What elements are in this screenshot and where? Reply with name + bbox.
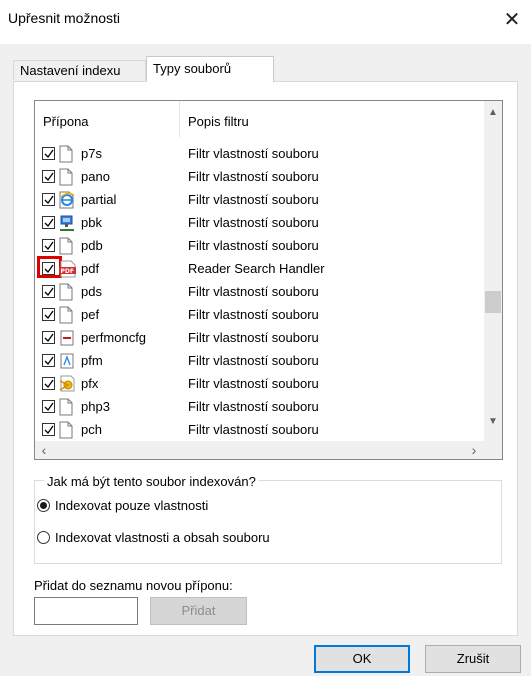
row-checkbox[interactable] — [42, 193, 55, 206]
list-item[interactable]: perfmoncfg Filtr vlastností souboru — [35, 328, 484, 351]
radio-index-properties-and-content-label[interactable]: Indexovat vlastnosti a obsah souboru — [55, 530, 270, 545]
row-checkbox[interactable] — [42, 308, 55, 321]
row-description: Reader Search Handler — [188, 261, 325, 276]
row-extension: p7s — [81, 146, 102, 161]
row-extension: pef — [81, 307, 100, 322]
indexing-options-label: Jak má být tento soubor indexován? — [44, 474, 259, 489]
internet-explorer-icon — [59, 191, 75, 209]
indexing-options-group — [34, 480, 502, 564]
blank-file-icon — [59, 168, 75, 186]
list-item[interactable]: pdb Filtr vlastností souboru — [35, 236, 484, 259]
pdf-icon: PDF — [59, 260, 76, 278]
certificate-icon — [59, 375, 75, 393]
row-description: Filtr vlastností souboru — [188, 307, 319, 322]
row-description: Filtr vlastností souboru — [188, 376, 319, 391]
row-extension: pano — [81, 169, 110, 184]
row-checkbox[interactable] — [42, 147, 55, 160]
cancel-button[interactable]: Zrušit — [425, 645, 521, 673]
vertical-scrollbar[interactable]: ▲ ▼ — [484, 101, 502, 441]
new-extension-input[interactable] — [34, 597, 138, 625]
list-item[interactable]: php3 Filtr vlastností souboru — [35, 397, 484, 420]
radio-selected-dot — [40, 502, 47, 509]
row-checkbox[interactable] — [42, 170, 55, 183]
row-extension: partial — [81, 192, 117, 207]
row-extension: pbk — [81, 215, 102, 230]
list-item[interactable]: partial Filtr vlastností souboru — [35, 190, 484, 213]
ok-button[interactable]: OK — [314, 645, 410, 673]
row-description: Filtr vlastností souboru — [188, 192, 319, 207]
scroll-right-icon[interactable]: › — [467, 442, 481, 458]
column-header-description[interactable]: Popis filtru — [180, 101, 480, 137]
row-description: Filtr vlastností souboru — [188, 146, 319, 161]
tab-file-types[interactable]: Typy souborů — [146, 56, 274, 82]
row-checkbox[interactable] — [42, 400, 55, 413]
scrollbar-corner — [484, 441, 502, 459]
blank-file-icon — [59, 306, 75, 324]
blank-file-icon — [59, 145, 75, 163]
row-checkbox[interactable] — [42, 285, 55, 298]
row-checkbox[interactable] — [42, 216, 55, 229]
row-extension: pdf — [81, 261, 100, 276]
column-header-description-label: Popis filtru — [188, 114, 249, 129]
row-checkbox[interactable] — [42, 262, 55, 275]
blank-file-icon — [59, 398, 75, 416]
row-extension: pds — [81, 284, 102, 299]
svg-text:PDF: PDF — [61, 268, 74, 275]
list-item[interactable]: p7s Filtr vlastností souboru — [35, 144, 484, 167]
row-extension: pfm — [81, 353, 103, 368]
row-checkbox[interactable] — [42, 354, 55, 367]
row-checkbox[interactable] — [42, 239, 55, 252]
close-icon[interactable]: ✕ — [498, 6, 526, 34]
row-description: Filtr vlastností souboru — [188, 353, 319, 368]
row-extension: pch — [81, 422, 102, 437]
row-description: Filtr vlastností souboru — [188, 284, 319, 299]
window-title: Upřesnit možnosti — [8, 10, 121, 26]
column-header-extension[interactable]: Přípona — [35, 101, 180, 137]
list-item[interactable]: pch Filtr vlastností souboru — [35, 420, 484, 443]
tab-index-settings[interactable]: Nastavení indexu — [13, 60, 146, 80]
row-description: Filtr vlastností souboru — [188, 238, 319, 253]
list-item[interactable]: pfx Filtr vlastností souboru — [35, 374, 484, 397]
row-description: Filtr vlastností souboru — [188, 169, 319, 184]
vertical-scroll-thumb[interactable] — [485, 291, 501, 313]
row-extension: perfmoncfg — [81, 330, 147, 345]
blank-file-icon — [59, 237, 75, 255]
row-checkbox[interactable] — [42, 423, 55, 436]
row-description: Filtr vlastností souboru — [188, 215, 319, 230]
row-description: Filtr vlastností souboru — [188, 399, 319, 414]
row-checkbox[interactable] — [42, 377, 55, 390]
row-extension: pdb — [81, 238, 103, 253]
blank-file-icon — [59, 421, 75, 439]
row-description: Filtr vlastností souboru — [188, 330, 319, 345]
list-item[interactable]: pfm Filtr vlastností souboru — [35, 351, 484, 374]
scroll-left-icon[interactable]: ‹ — [37, 442, 51, 458]
list-item[interactable]: pbk Filtr vlastností souboru — [35, 213, 484, 236]
scroll-up-icon[interactable]: ▲ — [484, 107, 502, 121]
font-file-icon — [59, 352, 75, 370]
network-phonebook-icon — [59, 214, 75, 232]
list-item[interactable]: pef Filtr vlastností souboru — [35, 305, 484, 328]
row-extension: pfx — [81, 376, 99, 391]
list-item[interactable]: PDF pdf Reader Search Handler — [35, 256, 484, 282]
perfmon-icon — [59, 329, 75, 347]
new-extension-label: Přidat do seznamu novou příponu: — [34, 578, 233, 593]
radio-index-properties-only[interactable] — [37, 499, 50, 512]
radio-index-properties-and-content[interactable] — [37, 531, 50, 544]
file-types-list[interactable]: Přípona Popis filtru p7s Filtr vlastností… — [34, 100, 503, 460]
scroll-down-icon[interactable]: ▼ — [484, 416, 502, 430]
row-checkbox[interactable] — [42, 331, 55, 344]
add-extension-button[interactable]: Přidat — [150, 597, 247, 625]
blank-file-icon — [59, 283, 75, 301]
radio-index-properties-only-label[interactable]: Indexovat pouze vlastnosti — [55, 498, 208, 513]
list-item[interactable]: pds Filtr vlastností souboru — [35, 282, 484, 305]
row-description: Filtr vlastností souboru — [188, 422, 319, 437]
list-item[interactable]: pano Filtr vlastností souboru — [35, 167, 484, 190]
column-header-extension-label: Přípona — [43, 114, 89, 129]
horizontal-scrollbar[interactable]: ‹ › — [35, 441, 502, 459]
row-extension: php3 — [81, 399, 110, 414]
